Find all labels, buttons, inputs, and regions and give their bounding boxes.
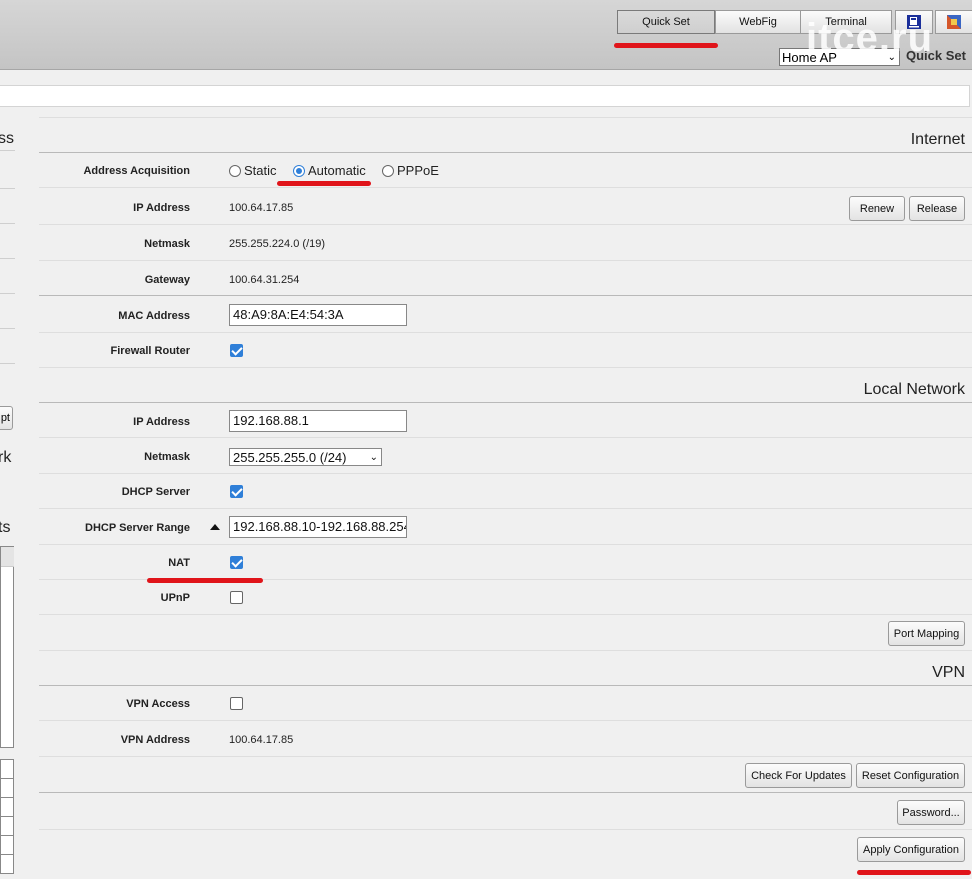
table-row (1, 760, 13, 779)
netmask-value: 255.255.224.0 (/19) (229, 238, 326, 250)
radio-static-label: Static (244, 163, 277, 178)
divider (0, 223, 15, 224)
highlight-underline (614, 43, 718, 48)
dhcp-range-input[interactable]: 192.168.88.10-192.168.88.254 (229, 516, 407, 538)
firewall-router-checkbox[interactable] (230, 344, 243, 357)
left-fragment: ss (0, 130, 14, 147)
divider (0, 293, 15, 294)
watermark: itce.ru (806, 16, 934, 60)
lan-netmask-label: Netmask (144, 451, 190, 463)
collapse-arrow-icon[interactable] (210, 524, 220, 530)
radio-static[interactable]: Static (229, 163, 277, 178)
radio-icon (293, 164, 305, 177)
left-table (0, 759, 14, 874)
row-dhcp-range: DHCP Server Range 192.168.88.10-192.168.… (39, 510, 972, 545)
row-lan-ip-address: IP Address 192.168.88.1 (39, 403, 972, 438)
chevron-down-icon: ⌄ (369, 451, 378, 463)
check-for-updates-button[interactable]: Check For Updates (745, 763, 852, 788)
row-vpn-address: VPN Address 100.64.17.85 (39, 722, 972, 757)
vpn-address-label: VPN Address (120, 734, 190, 746)
left-list[interactable] (0, 546, 14, 748)
quick-set-form: Internet Address Acquisition Static Auto… (39, 108, 972, 879)
gateway-label: Gateway (144, 274, 190, 286)
vpn-address-value: 100.64.17.85 (229, 734, 294, 746)
lan-netmask-select[interactable]: 255.255.255.0 (/24) ⌄ (229, 448, 382, 466)
table-row (1, 836, 13, 855)
upnp-label: UPnP (160, 592, 190, 604)
row-gateway: Gateway 100.64.31.254 (39, 262, 972, 296)
highlight-underline (857, 870, 971, 875)
search-strip (0, 85, 970, 107)
divider (0, 188, 15, 189)
row-address-acquisition: Address Acquisition Static Automatic PPP… (39, 153, 972, 188)
section-title-vpn: VPN (932, 664, 965, 681)
upnp-checkbox[interactable] (230, 591, 243, 604)
radio-icon (229, 164, 241, 177)
radio-icon (382, 164, 394, 177)
vpn-access-checkbox[interactable] (230, 697, 243, 710)
nat-label: NAT (168, 557, 190, 569)
lan-ip-address-label: IP Address (133, 416, 190, 428)
radio-automatic-label: Automatic (308, 163, 366, 178)
lan-netmask-select-value: 255.255.255.0 (/24) (233, 449, 347, 465)
table-row (1, 817, 13, 836)
tab-quick-set[interactable]: Quick Set (617, 10, 715, 34)
divider (0, 258, 15, 259)
radio-automatic[interactable]: Automatic (293, 163, 366, 178)
password-button[interactable]: Password... (897, 800, 965, 825)
dhcp-server-label: DHCP Server (121, 486, 190, 498)
divider (0, 328, 15, 329)
ip-address-label: IP Address (133, 202, 190, 214)
left-fragment: ts (0, 519, 11, 536)
apply-configuration-button[interactable]: Apply Configuration (857, 837, 965, 862)
row-dhcp-server: DHCP Server (39, 475, 972, 509)
radio-pppoe-label: PPPoE (397, 163, 439, 178)
address-acquisition-label: Address Acquisition (83, 165, 190, 177)
divider (0, 150, 15, 151)
row-vpn-access: VPN Access (39, 686, 972, 721)
mac-address-label: MAC Address (118, 310, 190, 322)
row-apply: Apply Configuration (39, 831, 972, 875)
mac-address-input[interactable]: 48:A9:8A:E4:54:3A (229, 304, 407, 326)
row-firewall-router: Firewall Router (39, 334, 972, 368)
section-title-local-network: Local Network (863, 381, 965, 398)
row-port-mapping: Port Mapping (39, 616, 972, 651)
divider (0, 363, 15, 364)
tab-webfig[interactable]: WebFig (715, 10, 801, 34)
row-system-actions: Check For Updates Reset Configuration (39, 758, 972, 793)
firewall-router-label: Firewall Router (110, 345, 190, 357)
left-fragment: rk (0, 449, 12, 466)
section-title-internet: Internet (910, 131, 965, 148)
port-mapping-button[interactable]: Port Mapping (888, 621, 965, 646)
lan-ip-address-input[interactable]: 192.168.88.1 (229, 410, 407, 432)
row-mac-address: MAC Address 48:A9:8A:E4:54:3A (39, 297, 972, 333)
row-upnp: UPnP (39, 581, 972, 615)
ip-address-value: 100.64.17.85 (229, 202, 294, 214)
gateway-value: 100.64.31.254 (229, 274, 300, 286)
renew-button[interactable]: Renew (849, 196, 905, 221)
row-lan-netmask: Netmask 255.255.255.0 (/24) ⌄ (39, 439, 972, 474)
dhcp-server-checkbox[interactable] (230, 485, 243, 498)
row-netmask: Netmask 255.255.224.0 (/19) (39, 226, 972, 261)
left-button-label: pt (0, 412, 10, 424)
highlight-underline (277, 181, 371, 186)
row-ip-address: IP Address 100.64.17.85 Renew Release (39, 189, 972, 225)
netmask-label: Netmask (144, 238, 190, 250)
left-panel: ss pt rk ts (0, 108, 22, 879)
winbox-icon[interactable] (935, 10, 972, 34)
row-password: Password... (39, 794, 972, 830)
release-button[interactable]: Release (909, 196, 965, 221)
row-nat: NAT (39, 546, 972, 583)
table-row (1, 779, 13, 798)
top-toolbar: Quick Set WebFig Terminal Home AP ⌄ Quic… (0, 0, 972, 70)
reset-configuration-button[interactable]: Reset Configuration (856, 763, 965, 788)
vpn-access-label: VPN Access (126, 698, 190, 710)
left-button[interactable]: pt (0, 406, 13, 430)
dhcp-range-label: DHCP Server Range (85, 522, 190, 534)
table-row (1, 798, 13, 817)
nat-checkbox[interactable] (230, 556, 243, 569)
list-item (1, 547, 14, 567)
divider (39, 117, 972, 118)
radio-pppoe[interactable]: PPPoE (382, 163, 439, 178)
